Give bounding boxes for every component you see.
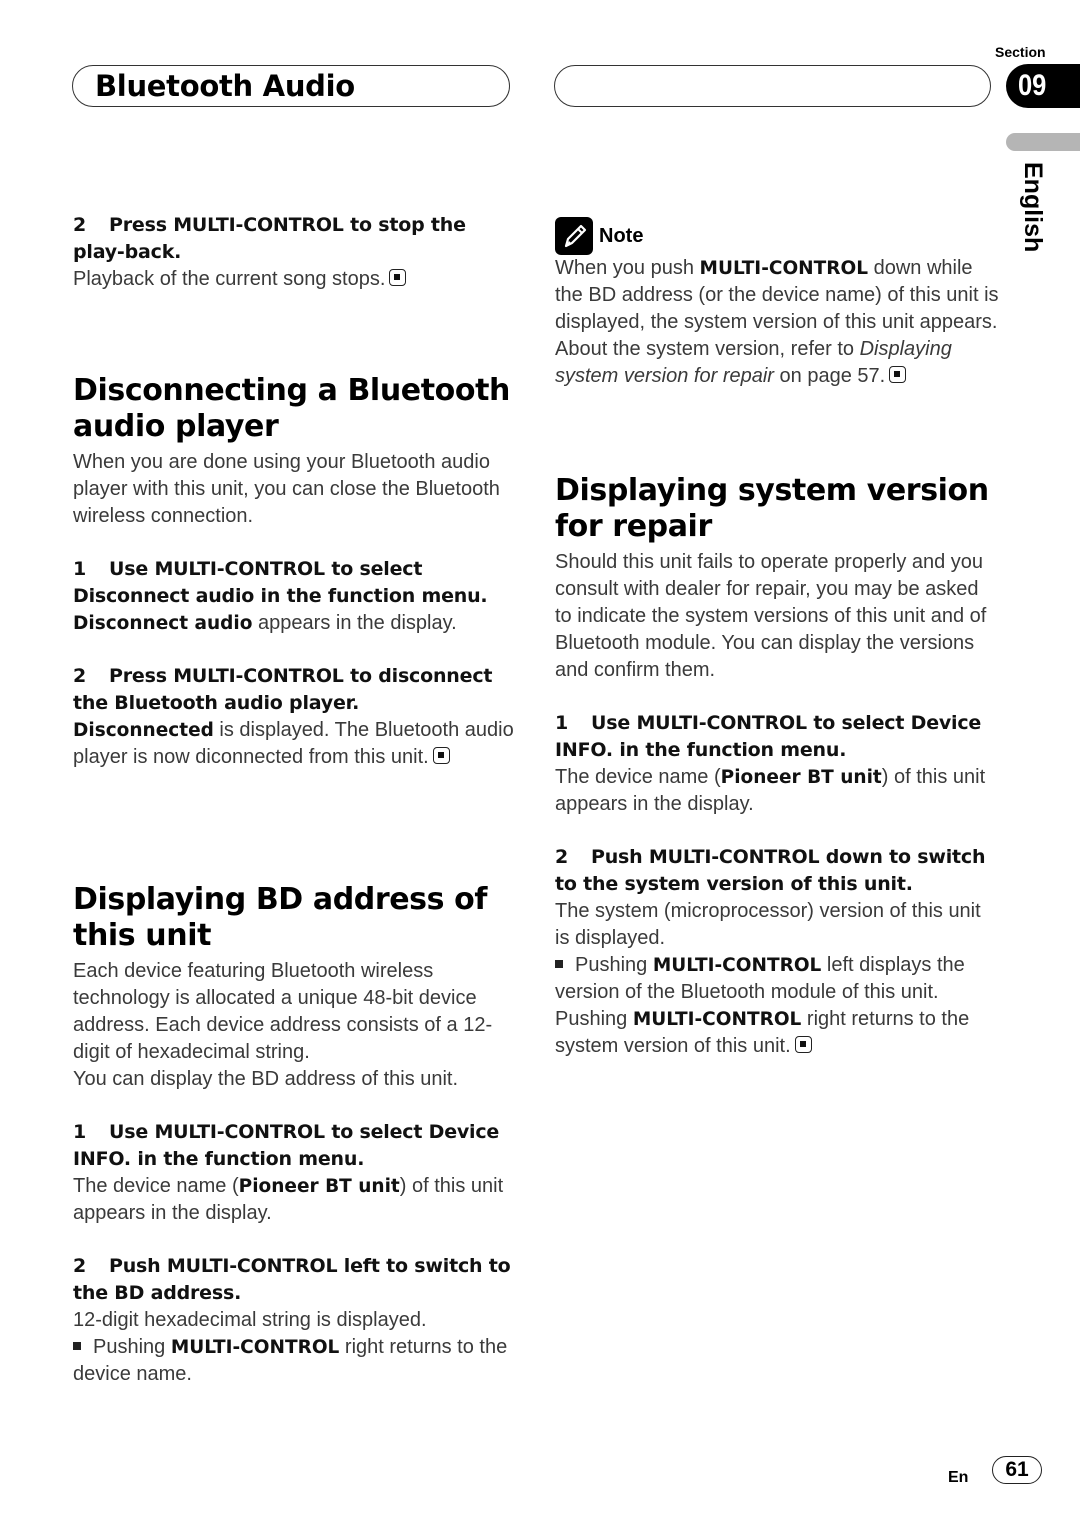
bullet-icon bbox=[73, 1342, 81, 1350]
step-body: Disconnect audio appears in the display. bbox=[73, 612, 457, 634]
footer-language-code: En bbox=[948, 1469, 969, 1486]
end-of-section-icon bbox=[432, 747, 450, 764]
step-heading: 2 Push MULTI-CONTROL down to switch to th… bbox=[555, 846, 986, 895]
step-heading: 2 Press MULTI-CONTROL to stop the play-ba… bbox=[73, 214, 466, 263]
step-body: The device name (Pioneer BT unit) of thi… bbox=[555, 766, 986, 815]
pencil-note-icon bbox=[555, 217, 593, 255]
section-intro: Should this unit fails to operate proper… bbox=[555, 551, 987, 681]
section-intro: Each device featuring Bluetooth wireless… bbox=[73, 960, 493, 1063]
system-version-section: Displaying system version for repair Sho… bbox=[555, 473, 1000, 1060]
section-label: Section bbox=[995, 44, 1046, 60]
bd-address-section: Displaying BD address of this unit Each … bbox=[73, 882, 518, 1388]
section-intro-2: You can display the BD address of this u… bbox=[73, 1068, 459, 1090]
note-text: When you push MULTI-CONTROL down while t… bbox=[555, 257, 999, 387]
chapter-title: Bluetooth Audio bbox=[95, 69, 355, 103]
step-heading: 1 Use MULTI-CONTROL to select Disconnect … bbox=[73, 558, 488, 607]
step-body: The device name (Pioneer BT unit) of thi… bbox=[73, 1175, 504, 1224]
step-extra: Pushing MULTI-CONTROL right returns to t… bbox=[555, 1008, 970, 1057]
language-label: English bbox=[1019, 162, 1047, 253]
step-2: 2 Press MULTI-CONTROL to disconnect the B… bbox=[73, 663, 518, 771]
section-number: 09 bbox=[1018, 69, 1047, 102]
disconnect-section: Disconnecting a Bluetooth audio player W… bbox=[73, 373, 518, 771]
bullet-icon bbox=[555, 960, 563, 968]
step-body: 12-digit hexadecimal string is displayed… bbox=[73, 1309, 427, 1331]
step-body: The system (microprocessor) version of t… bbox=[555, 900, 981, 949]
page-number-badge: 61 bbox=[992, 1456, 1042, 1484]
step-1: 1 Use MULTI-CONTROL to select Device INFO… bbox=[73, 1119, 518, 1227]
header-empty-bar bbox=[554, 65, 991, 107]
stop-playback-step: 2 Press MULTI-CONTROL to stop the play-ba… bbox=[73, 212, 518, 293]
chapter-title-bar: Bluetooth Audio bbox=[72, 65, 510, 107]
step-2: 2 Push MULTI-CONTROL down to switch to th… bbox=[555, 844, 1000, 1060]
step-heading: 2 Press MULTI-CONTROL to disconnect the B… bbox=[73, 665, 493, 714]
step-1: 1 Use MULTI-CONTROL to select Disconnect … bbox=[73, 556, 518, 637]
end-of-section-icon bbox=[389, 269, 407, 286]
language-tab-marker bbox=[1006, 133, 1080, 151]
page-number: 61 bbox=[1005, 1458, 1029, 1481]
step-bullet: Pushing MULTI-CONTROL right returns to t… bbox=[73, 1336, 508, 1385]
note-label: Note bbox=[599, 224, 644, 247]
step-1: 1 Use MULTI-CONTROL to select Device INFO… bbox=[555, 710, 1000, 818]
section-heading: Displaying BD address of this unit bbox=[73, 882, 488, 953]
section-heading: Disconnecting a Bluetooth audio player bbox=[73, 373, 510, 444]
section-intro: When you are done using your Bluetooth a… bbox=[73, 451, 500, 527]
step-body: Disconnected is displayed. The Bluetooth… bbox=[73, 719, 514, 768]
step-heading: 1 Use MULTI-CONTROL to select Device INFO… bbox=[73, 1121, 500, 1170]
step-heading: 2 Push MULTI-CONTROL left to switch to th… bbox=[73, 1255, 511, 1304]
end-of-section-icon bbox=[794, 1036, 812, 1053]
section-heading: Displaying system version for repair bbox=[555, 473, 989, 544]
step-heading: 1 Use MULTI-CONTROL to select Device INFO… bbox=[555, 712, 982, 761]
end-of-section-icon bbox=[889, 366, 907, 383]
note-box: Note When you push MULTI-CONTROL down wh… bbox=[555, 217, 1000, 390]
step-2: 2 Push MULTI-CONTROL left to switch to th… bbox=[73, 1253, 518, 1388]
step-body: Playback of the current song stops. bbox=[73, 266, 518, 293]
note-header: Note bbox=[555, 217, 1000, 255]
section-tab: 09 bbox=[1006, 64, 1080, 108]
step-bullet: Pushing MULTI-CONTROL left displays the … bbox=[555, 954, 965, 1003]
